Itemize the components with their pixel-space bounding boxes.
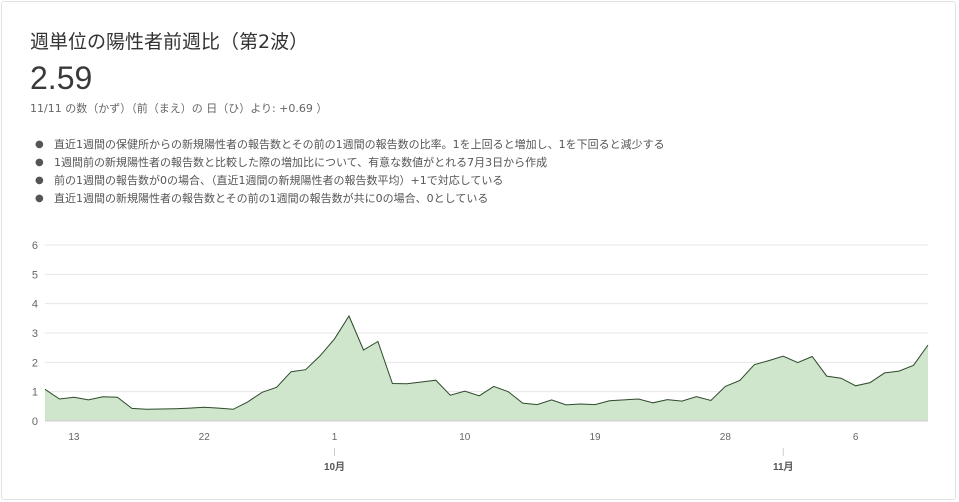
y-tick-label: 4 [32,299,38,311]
y-tick-label: 0 [32,416,38,428]
x-day-tick-label: 28 [720,432,732,443]
x-day-tick-label: 19 [590,432,602,443]
weekly-ratio-chart: 0 1 2 3 4 5 6 13 22 1 10 19 28 6 10月 11月 [32,240,929,473]
y-tick-label: 3 [32,328,38,340]
y-tick-label: 2 [32,357,38,369]
x-day-tick-label: 13 [68,432,80,443]
x-day-tick-label: 22 [199,432,211,443]
x-day-tick-label: 10 [459,432,471,443]
series-area [45,316,928,421]
x-month-tick-label: 11月 [773,461,794,473]
x-month-tick-label: 10月 [324,461,345,473]
y-tick-label: 6 [32,240,38,252]
x-day-tick-label: 6 [853,432,859,443]
y-tick-label: 1 [32,387,38,399]
x-day-tick-label: 1 [332,432,338,443]
y-tick-label: 5 [32,269,38,281]
